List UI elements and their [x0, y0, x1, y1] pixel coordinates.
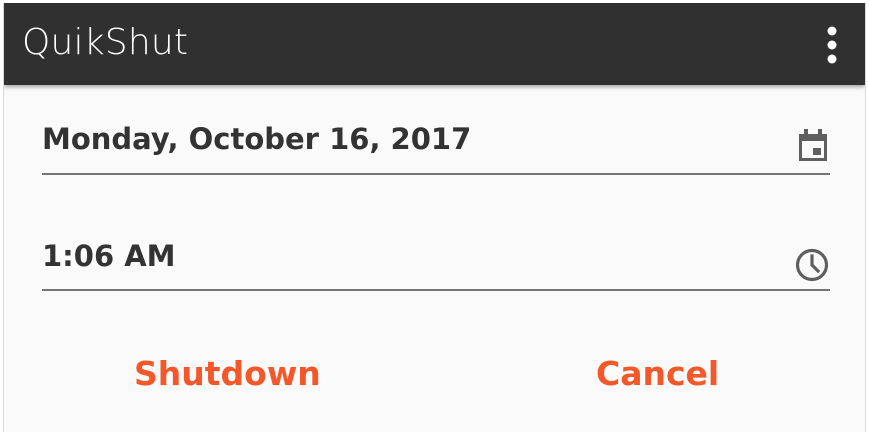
cancel-button[interactable]: Cancel: [596, 349, 719, 399]
app-bar: QuikShut: [4, 3, 865, 85]
calendar-button[interactable]: [796, 127, 830, 168]
shutdown-button[interactable]: Shutdown: [134, 349, 321, 399]
time-value: 1:06 AM: [42, 239, 176, 273]
more-vertical-icon: [827, 26, 837, 64]
calendar-icon: [799, 129, 827, 161]
clock-icon: [795, 248, 829, 282]
app-window: QuikShut Monday, October 16, 2017 1:06 A…: [3, 3, 866, 432]
app-title: QuikShut: [22, 22, 189, 63]
more-options-button[interactable]: [823, 25, 841, 65]
date-picker-field[interactable]: Monday, October 16, 2017: [42, 111, 830, 175]
time-picker-field[interactable]: 1:06 AM: [42, 229, 830, 291]
clock-button[interactable]: [794, 247, 830, 288]
date-value: Monday, October 16, 2017: [42, 122, 472, 156]
